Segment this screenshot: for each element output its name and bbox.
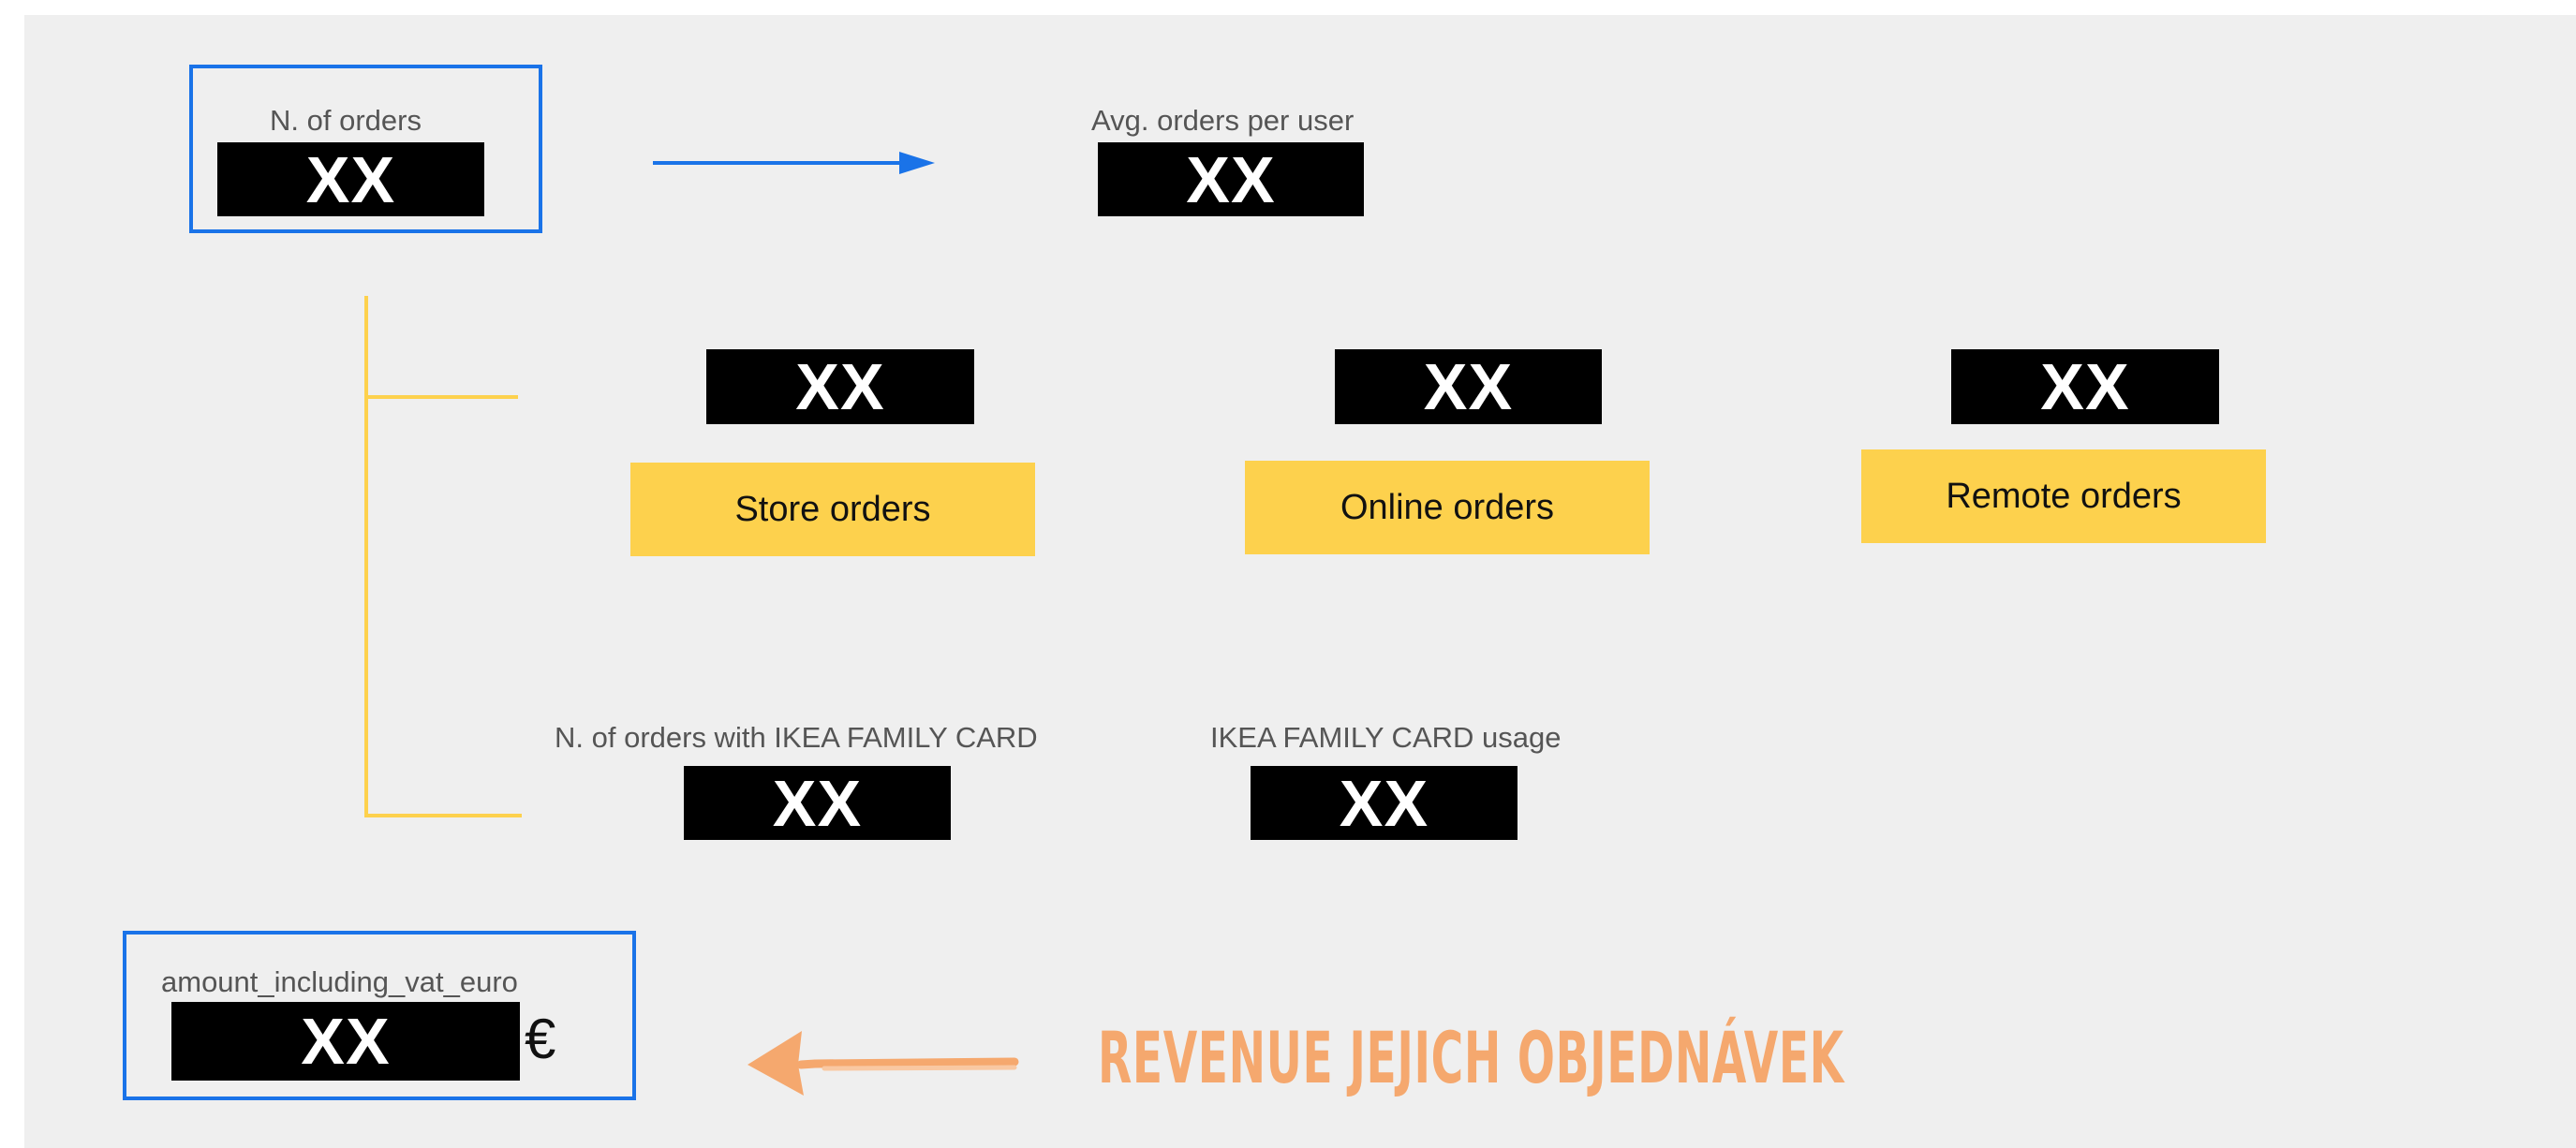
remote-orders-value: XX: [1951, 349, 2219, 424]
revenue-annotation: REVENUE JEJICH OBJEDNÁVEK: [1098, 1016, 1844, 1099]
family-card-orders-value: XX: [684, 766, 951, 840]
family-card-orders-label: N. of orders with IKEA FAMILY CARD: [555, 721, 1038, 754]
amount-label: amount_including_vat_euro: [161, 965, 518, 998]
avg-orders-value: XX: [1098, 142, 1364, 216]
orders-label: N. of orders: [270, 104, 422, 137]
orders-value: XX: [217, 142, 484, 216]
store-orders-label: Store orders: [630, 463, 1035, 556]
online-orders-value: XX: [1335, 349, 1602, 424]
remote-orders-label: Remote orders: [1861, 449, 2266, 543]
euro-symbol: €: [525, 1008, 556, 1070]
avg-orders-label: Avg. orders per user: [1091, 104, 1355, 137]
family-card-usage-value: XX: [1251, 766, 1517, 840]
amount-value: XX: [171, 1002, 520, 1081]
family-card-usage-label: IKEA FAMILY CARD usage: [1210, 721, 1562, 754]
online-orders-label: Online orders: [1245, 461, 1650, 554]
store-orders-value: XX: [706, 349, 974, 424]
